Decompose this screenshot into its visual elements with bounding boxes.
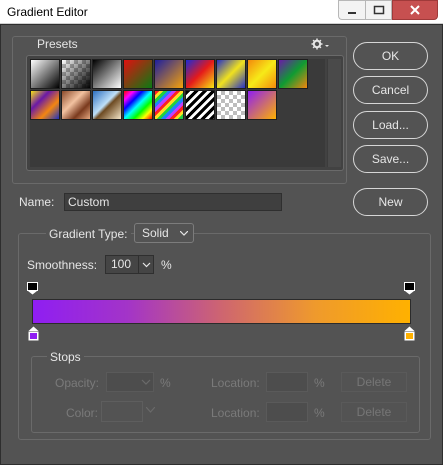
color-label: Color: — [66, 406, 99, 420]
preset-copper[interactable] — [61, 90, 91, 120]
opacity-location-label: Location: — [211, 376, 260, 390]
preset-transparent-rainbow[interactable] — [154, 90, 184, 120]
color-delete-button: Delete — [341, 402, 407, 422]
minimize-button[interactable] — [338, 0, 365, 20]
stops-label: Stops — [47, 350, 84, 364]
preset-custom-purple-orange[interactable] — [247, 90, 277, 120]
presets-grid — [26, 55, 344, 171]
gradient-type-select[interactable]: Solid — [134, 223, 194, 243]
preset-checker-transparent[interactable] — [216, 90, 246, 120]
close-icon — [410, 5, 420, 15]
minimize-icon — [348, 12, 356, 14]
opacity-stop-left[interactable] — [27, 282, 38, 295]
gradient-type-value: Solid — [142, 226, 169, 240]
opacity-stop-right[interactable] — [404, 282, 415, 295]
smoothness-label: Smoothness: — [27, 258, 98, 272]
color-swatch — [101, 401, 143, 422]
preset-red-green[interactable] — [123, 59, 153, 89]
preset-yellow-violet-orange-blue[interactable] — [30, 90, 60, 120]
title-bar: Gradient Editor — [0, 0, 443, 24]
opacity-label: Opacity: — [55, 376, 100, 390]
preset-violet-orange[interactable] — [154, 59, 184, 89]
color-stop-left[interactable] — [28, 326, 39, 341]
gradient-type-label: Gradient Type: — [46, 227, 131, 241]
preset-fg-to-transparent[interactable] — [61, 59, 91, 89]
preset-black-white[interactable] — [92, 59, 122, 89]
preset-chrome[interactable] — [92, 90, 122, 120]
window-title: Gradient Editor — [7, 5, 88, 19]
smoothness-dropdown[interactable] — [138, 256, 153, 273]
ok-button[interactable]: OK — [353, 42, 428, 70]
preset-orange-yellow-orange[interactable] — [247, 59, 277, 89]
preset-violet-green-orange[interactable] — [278, 59, 308, 89]
load-button[interactable]: Load... — [353, 111, 428, 139]
save-button[interactable]: Save... — [353, 145, 428, 173]
preset-blue-red-yellow[interactable] — [185, 59, 215, 89]
cancel-button[interactable]: Cancel — [353, 76, 428, 104]
presets-swatch-area — [30, 59, 325, 167]
opacity-field — [106, 372, 154, 392]
chevron-down-icon — [180, 231, 188, 236]
presets-label: Presets — [34, 37, 81, 51]
presets-scrollbar[interactable] — [327, 59, 341, 167]
preset-transparent-stripes[interactable] — [185, 90, 215, 120]
opacity-unit: % — [160, 376, 171, 390]
smoothness-unit: % — [161, 258, 172, 272]
maximize-icon — [373, 5, 384, 15]
color-location-label: Location: — [211, 406, 260, 420]
maximize-button[interactable] — [365, 0, 392, 20]
chevron-down-icon — [146, 407, 155, 413]
smoothness-value: 100 — [111, 257, 132, 271]
chevron-down-icon — [142, 262, 151, 268]
gradient-preview-bar[interactable] — [32, 299, 411, 324]
smoothness-field[interactable]: 100 — [105, 255, 154, 274]
new-button[interactable]: New — [353, 188, 428, 216]
preset-spectrum[interactable] — [123, 90, 153, 120]
opacity-location-unit: % — [314, 376, 325, 390]
color-location-unit: % — [314, 406, 325, 420]
preset-blue-yellow-blue[interactable] — [216, 59, 246, 89]
opacity-location-field — [266, 372, 308, 392]
preset-fg-to-bg[interactable] — [30, 59, 60, 89]
gear-icon[interactable] — [311, 38, 329, 50]
color-stop-right[interactable] — [404, 326, 415, 341]
name-label: Name: — [19, 195, 55, 209]
chevron-down-icon — [141, 379, 151, 385]
opacity-delete-button: Delete — [341, 372, 407, 392]
close-button[interactable] — [392, 0, 438, 20]
name-field[interactable]: Custom — [64, 193, 282, 211]
color-location-field — [266, 402, 308, 422]
